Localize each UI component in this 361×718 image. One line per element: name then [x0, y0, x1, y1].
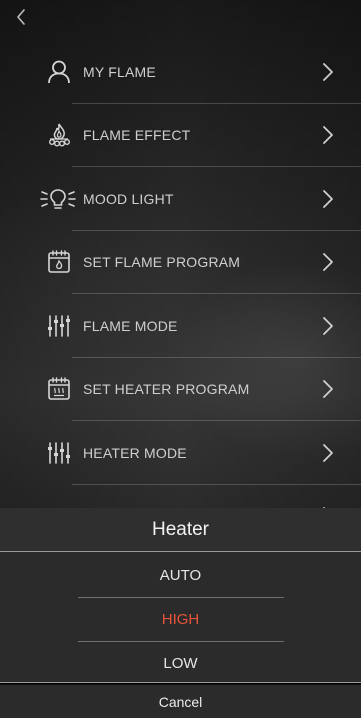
chevron-right-icon [323, 126, 333, 145]
flame-calendar-icon [45, 248, 73, 276]
menu-item-label: MOOD LIGHT [83, 190, 174, 207]
menu-item-set-heater-program[interactable]: SET HEATER PROGRAM [0, 358, 361, 421]
menu-item-flame-effect[interactable]: FLAME EFFECT [0, 104, 361, 167]
menu-item-flame-mode[interactable]: FLAME MODE [0, 294, 361, 358]
menu-item-label: SET HEATER PROGRAM [83, 381, 250, 398]
menu-item-set-flame-program[interactable]: SET FLAME PROGRAM [0, 231, 361, 294]
chevron-right-icon [323, 443, 333, 462]
flame-effect-icon [45, 121, 73, 149]
mood-light-bulb-icon [40, 185, 76, 213]
cancel-button[interactable]: Cancel [0, 685, 361, 718]
chevron-right-icon [323, 189, 333, 208]
sheet-title: Heater [0, 508, 361, 552]
menu-item-mood-light[interactable]: MOOD LIGHT [0, 167, 361, 231]
chevron-right-icon [323, 316, 333, 335]
menu-item-label: HEATER MODE [83, 444, 187, 461]
menu-item-heater-mode[interactable]: HEATER MODE [0, 421, 361, 485]
option-auto[interactable]: AUTO [0, 554, 361, 597]
menu-item-label: SET FLAME PROGRAM [83, 254, 241, 271]
chevron-right-icon [323, 253, 333, 272]
settings-menu: MY FLAME FLAME EFFECT MOOD LIGHT SET FLA… [0, 40, 361, 548]
sheet-options: AUTO HIGH LOW [0, 552, 361, 683]
menu-item-label: MY FLAME [83, 63, 156, 80]
cancel-area: Cancel [0, 683, 361, 718]
flame-sliders-icon [45, 312, 73, 340]
menu-item-label: FLAME EFFECT [83, 127, 191, 144]
back-button[interactable] [10, 6, 32, 28]
menu-item-label: FLAME MODE [83, 317, 178, 334]
app-screen: MY FLAME FLAME EFFECT MOOD LIGHT SET FLA… [0, 0, 361, 718]
heater-sliders-icon [45, 439, 73, 467]
option-low[interactable]: LOW [0, 642, 361, 685]
person-icon [45, 58, 73, 86]
chevron-right-icon [323, 380, 333, 399]
chevron-right-icon [323, 62, 333, 81]
option-high[interactable]: HIGH [0, 598, 361, 641]
heater-action-sheet: Heater AUTO HIGH LOW Cancel [0, 508, 361, 718]
chevron-left-icon [17, 9, 25, 25]
heater-calendar-icon [45, 375, 73, 403]
menu-item-my-flame[interactable]: MY FLAME [0, 40, 361, 104]
